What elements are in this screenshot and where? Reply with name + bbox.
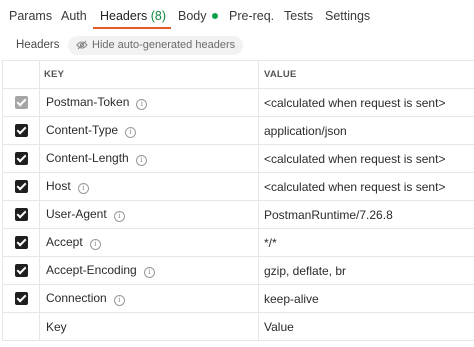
info-icon[interactable]: i (125, 127, 137, 138)
table-row: Content-Length i <calculated when request… (2, 144, 474, 173)
info-icon[interactable]: i (135, 155, 147, 166)
request-tabs: Params Auth Headers (8) Body Pre-req. Te… (0, 0, 474, 34)
checkbox-cell (2, 312, 40, 341)
value-cell: application/json (258, 116, 474, 145)
table-row: User-Agent i PostmanRuntime/7.26.8 (2, 200, 474, 229)
row-checkbox[interactable] (14, 264, 28, 277)
tab-headers-count: (8) (150, 9, 167, 23)
tab-headers-label: Headers (100, 9, 148, 23)
table-header-row: KEY VALUE (2, 60, 474, 89)
hide-auto-generated-headers-label: Hide auto-generated headers (92, 39, 236, 51)
headers-toolbar: Headers Hide auto-generated headers (0, 34, 474, 60)
info-icon[interactable]: i (77, 183, 89, 194)
info-icon[interactable]: i (113, 295, 125, 306)
header-key: Connection (46, 291, 107, 305)
eye-off-icon (76, 40, 88, 50)
row-checkbox[interactable] (14, 152, 28, 165)
tab-settings[interactable]: Settings (325, 9, 370, 23)
key-cell: Accept i (39, 228, 259, 257)
key-cell: Content-Length i (39, 144, 259, 173)
value-cell: gzip, deflate, br (258, 256, 474, 285)
tab-tests[interactable]: Tests (284, 9, 313, 23)
value-cell: <calculated when request is sent> (258, 88, 474, 117)
header-key: Content-Type (46, 123, 119, 137)
table-row: Content-Type i application/json (2, 116, 474, 145)
tab-auth[interactable]: Auth (61, 9, 87, 23)
checkbox-cell (2, 172, 40, 201)
key-cell: Accept-Encoding i (39, 256, 259, 285)
body-status-dot (211, 13, 218, 19)
checkbox-cell (2, 284, 40, 313)
checkbox-cell (2, 88, 40, 117)
value-cell: */* (258, 228, 474, 257)
row-checkbox-disabled (14, 96, 28, 109)
row-checkbox[interactable] (14, 180, 28, 193)
table-row: Postman-Token i <calculated when request … (2, 88, 474, 117)
tab-pre-request[interactable]: Pre-req. (229, 9, 274, 23)
value-cell: <calculated when request is sent> (258, 144, 474, 173)
header-key: Accept (46, 235, 83, 249)
headers-section-label: Headers (16, 39, 60, 51)
tab-body[interactable]: Body (178, 9, 218, 23)
checkbox-cell (2, 228, 40, 257)
row-checkbox[interactable] (14, 236, 28, 249)
tab-params[interactable]: Params (9, 9, 52, 23)
tab-headers[interactable]: Headers (8) (100, 9, 166, 23)
table-row: Connection i keep-alive (2, 284, 474, 313)
info-icon[interactable]: i (89, 239, 101, 250)
header-key: Host (46, 179, 71, 193)
row-checkbox[interactable] (14, 292, 28, 305)
key-cell: User-Agent i (39, 200, 259, 229)
value-cell: PostmanRuntime/7.26.8 (258, 200, 474, 229)
checkbox-cell (2, 200, 40, 229)
select-column-header (2, 60, 40, 89)
header-key: Postman-Token (46, 95, 130, 109)
checkbox-cell (2, 116, 40, 145)
value-cell: <calculated when request is sent> (258, 172, 474, 201)
key-cell: Content-Type i (39, 116, 259, 145)
active-tab-indicator (93, 27, 171, 29)
headers-table: KEY VALUE Postman-Token i <calculated whe… (2, 60, 474, 341)
key-cell: Postman-Token i (39, 88, 259, 117)
header-key: User-Agent (46, 207, 107, 221)
hide-auto-generated-headers-button[interactable]: Hide auto-generated headers (68, 36, 244, 55)
key-column-header: KEY (39, 60, 259, 89)
row-checkbox[interactable] (14, 208, 28, 221)
header-key: Content-Length (46, 151, 129, 165)
value-column-header: VALUE (258, 60, 474, 89)
info-icon[interactable]: i (113, 211, 125, 222)
key-cell: Host i (39, 172, 259, 201)
table-row: Accept i */* (2, 228, 474, 257)
tab-body-label: Body (178, 9, 207, 23)
header-key: Accept-Encoding (46, 263, 137, 277)
value-cell: keep-alive (258, 284, 474, 313)
row-checkbox[interactable] (14, 124, 28, 137)
info-icon[interactable]: i (136, 99, 148, 110)
checkbox-cell (2, 256, 40, 285)
new-key-input[interactable]: Key (39, 312, 259, 341)
new-header-row: Key Value (2, 312, 474, 341)
key-cell: Connection i (39, 284, 259, 313)
info-icon[interactable]: i (143, 267, 155, 278)
table-row: Accept-Encoding i gzip, deflate, br (2, 256, 474, 285)
table-row: Host i <calculated when request is sent> (2, 172, 474, 201)
new-value-input[interactable]: Value (258, 312, 474, 341)
checkbox-cell (2, 144, 40, 173)
